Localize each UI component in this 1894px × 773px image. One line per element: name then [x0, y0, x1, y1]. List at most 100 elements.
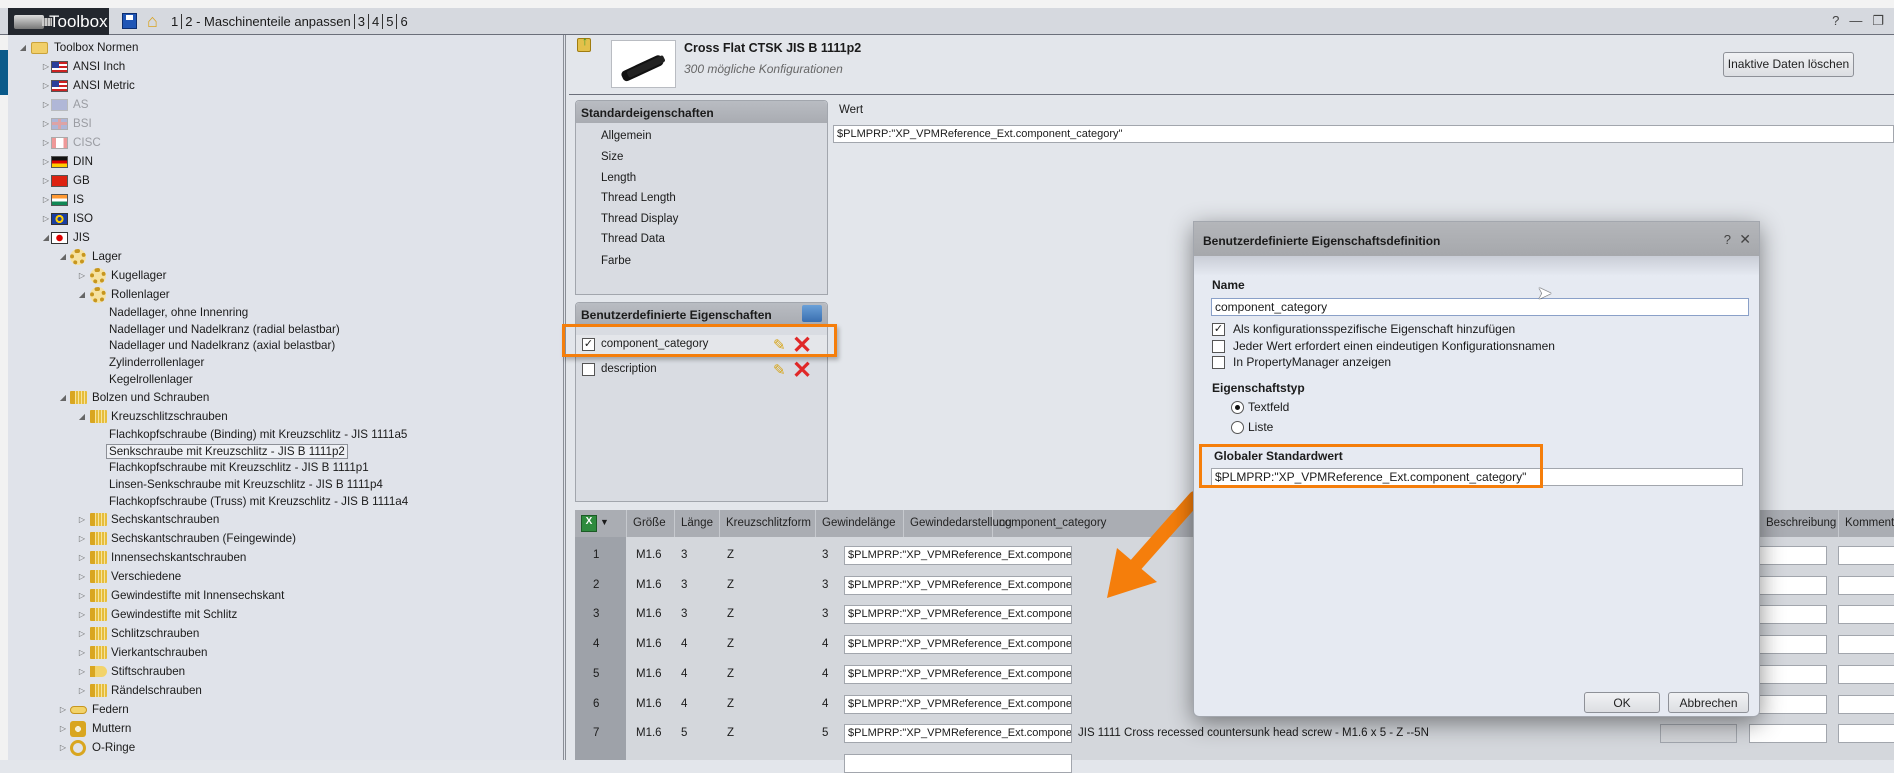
column-header[interactable]: Beschreibung — [1759, 510, 1836, 537]
beschreibung-cell[interactable] — [1749, 575, 1827, 595]
delete-x-icon[interactable]: ✕ — [792, 356, 812, 385]
collapsed-arrow-icon[interactable]: ▷ — [77, 667, 87, 676]
expanded-arrow-icon[interactable]: ◢ — [77, 290, 87, 299]
collapsed-arrow-icon[interactable]: ▷ — [77, 629, 87, 638]
option-checkbox[interactable]: ✓ — [1212, 323, 1225, 336]
beschreibung-cell[interactable] — [1749, 664, 1827, 684]
standard-property-item[interactable]: Thread Data — [601, 233, 665, 245]
add-property-icon[interactable] — [802, 305, 822, 322]
tree-item[interactable]: ▷ DIN — [0, 152, 560, 171]
component-category-cell[interactable]: $PLMPRP:"XP_VPMReference_Ext.component_c… — [844, 546, 1072, 565]
tree-item[interactable]: ◢ Lager — [0, 247, 560, 266]
column-header[interactable]: Gewindelänge — [815, 510, 896, 537]
edit-pencil-icon[interactable]: ✎ — [773, 361, 786, 379]
option-checkbox[interactable] — [1212, 356, 1225, 369]
tree-item[interactable]: ▷ AS — [0, 95, 560, 114]
expanded-arrow-icon[interactable]: ◢ — [58, 393, 68, 402]
tree-item[interactable]: Nadellager und Nadelkranz (axial belastb… — [0, 338, 560, 355]
collapsed-arrow-icon[interactable]: ▷ — [77, 553, 87, 562]
tree-item[interactable]: ▷ ISO — [0, 209, 560, 228]
breadcrumb-item[interactable]: 5 — [382, 14, 396, 29]
tree-item[interactable]: ▷ Sechskantschrauben (Feingewinde) — [0, 529, 560, 548]
minimize-icon[interactable]: — — [1849, 13, 1862, 29]
kommentar-cell[interactable] — [1838, 575, 1894, 595]
tree-item[interactable]: ▷ BSI — [0, 114, 560, 133]
standard-property-item[interactable]: Thread Length — [601, 192, 676, 204]
type-radio[interactable] — [1231, 421, 1244, 434]
collapsed-arrow-icon[interactable]: ▷ — [77, 591, 87, 600]
breadcrumb-item[interactable]: 6 — [396, 14, 410, 29]
type-radio[interactable] — [1231, 401, 1244, 414]
beschreibung-cell[interactable] — [1749, 724, 1827, 744]
chevron-down-icon[interactable]: ▼ — [600, 517, 609, 527]
tree-item[interactable]: ▷ Stiftschrauben — [0, 662, 560, 681]
tree-item[interactable]: Kegelrollenlager — [0, 371, 560, 388]
kommentar-cell[interactable] — [1838, 724, 1894, 744]
collapsed-arrow-icon[interactable]: ▷ — [58, 724, 68, 733]
breadcrumb-item[interactable]: 1 — [168, 14, 181, 29]
tree-item[interactable]: Flachkopfschraube mit Kreuzschlitz - JIS… — [0, 460, 560, 477]
collapsed-arrow-icon[interactable]: ▷ — [77, 610, 87, 619]
collapsed-arrow-icon[interactable]: ▷ — [77, 686, 87, 695]
beschreibung-cell[interactable] — [1749, 546, 1827, 565]
kommentar-cell[interactable] — [1838, 605, 1894, 625]
column-header[interactable]: Kommentar — [1838, 510, 1894, 537]
collapsed-arrow-icon[interactable]: ▷ — [77, 572, 87, 581]
folder-up-icon[interactable] — [577, 34, 591, 52]
collapsed-arrow-icon[interactable]: ▷ — [41, 100, 51, 109]
help-icon[interactable]: ? — [1832, 13, 1839, 29]
value-input[interactable]: $PLMPRP:"XP_VPMReference_Ext.component_c… — [833, 125, 1894, 143]
property-checkbox[interactable] — [582, 363, 595, 376]
tree-item[interactable]: Flachkopfschraube (Truss) mit Kreuzschli… — [0, 493, 560, 510]
dialog-close-icon[interactable]: ✕ — [1739, 231, 1751, 248]
breadcrumb-item[interactable]: 2 - Maschinenteile anpassen — [181, 14, 354, 29]
standard-property-item[interactable]: Farbe — [601, 255, 631, 267]
tree-item[interactable]: ▷ CISC — [0, 133, 560, 152]
expanded-arrow-icon[interactable]: ◢ — [77, 412, 87, 421]
breadcrumb-item[interactable]: 3 — [353, 14, 368, 29]
tree-item[interactable]: Linsen-Senkschraube mit Kreuzschlitz - J… — [0, 476, 560, 493]
kommentar-cell[interactable] — [1838, 664, 1894, 684]
component-category-cell[interactable]: $PLMPRP:"XP_VPMReference_Ext.component_c… — [844, 724, 1072, 744]
standard-property-item[interactable]: Size — [601, 151, 623, 163]
save-icon[interactable] — [122, 13, 137, 29]
tree-item[interactable]: ▷ Innensechskantschrauben — [0, 548, 560, 567]
collapsed-arrow-icon[interactable]: ▷ — [58, 705, 68, 714]
tree-item[interactable]: ▷ Kugellager — [0, 266, 560, 285]
excel-icon[interactable]: X — [581, 515, 597, 532]
delete-inactive-data-button[interactable]: Inaktive Daten löschen — [1723, 52, 1854, 77]
tree-item[interactable]: ▷ IS — [0, 190, 560, 209]
expanded-arrow-icon[interactable]: ◢ — [58, 252, 68, 261]
tree-item[interactable]: ▷ Muttern — [0, 719, 560, 738]
tree-item[interactable]: ◢ Bolzen und Schrauben — [0, 388, 560, 407]
tree-item[interactable]: ▷ ANSI Metric — [0, 76, 560, 95]
collapsed-arrow-icon[interactable]: ▷ — [41, 138, 51, 147]
expanded-arrow-icon[interactable]: ◢ — [41, 233, 51, 242]
column-header[interactable]: component_category — [992, 510, 1106, 537]
column-header[interactable]: Kreuzschlitzform — [719, 510, 811, 537]
standard-property-item[interactable]: Length — [601, 172, 636, 184]
collapsed-arrow-icon[interactable]: ▷ — [77, 515, 87, 524]
tree-item[interactable]: Flachkopfschraube (Binding) mit Kreuzsch… — [0, 426, 560, 443]
cancel-button[interactable]: Abbrechen — [1668, 692, 1749, 713]
component-category-cell[interactable] — [844, 754, 1072, 773]
collapsed-arrow-icon[interactable]: ▷ — [41, 176, 51, 185]
column-header[interactable]: Länge — [674, 510, 713, 537]
collapsed-arrow-icon[interactable]: ▷ — [77, 648, 87, 657]
tree-item[interactable]: Senkschraube mit Kreuzschlitz - JIS B 11… — [0, 443, 560, 460]
tree-item[interactable]: ◢ Rollenlager — [0, 285, 560, 304]
standard-property-item[interactable]: Thread Display — [601, 213, 678, 225]
custom-property-row[interactable]: description ✎ ✕ — [576, 357, 827, 384]
option-checkbox[interactable] — [1212, 339, 1225, 353]
tree-item[interactable]: Nadellager, ohne Innenring — [0, 304, 560, 321]
collapsed-arrow-icon[interactable]: ▷ — [41, 195, 51, 204]
table-row[interactable]: 7M1.65Z5Vereinfacht$PLMPRP:"XP_VPMRefere… — [575, 724, 1894, 746]
kommentar-cell[interactable] — [1838, 546, 1894, 565]
tree-item[interactable]: ▷ Schlitzschrauben — [0, 624, 560, 643]
tree-item[interactable]: ◢ JIS — [0, 228, 560, 247]
collapsed-arrow-icon[interactable]: ▷ — [41, 119, 51, 128]
component-category-cell[interactable]: $PLMPRP:"XP_VPMReference_Ext.component_c… — [844, 635, 1072, 655]
tree-item[interactable]: ▷ O-Ringe — [0, 738, 560, 757]
component-category-cell[interactable]: $PLMPRP:"XP_VPMReference_Ext.component_c… — [844, 605, 1072, 625]
collapsed-arrow-icon[interactable]: ▷ — [58, 743, 68, 752]
